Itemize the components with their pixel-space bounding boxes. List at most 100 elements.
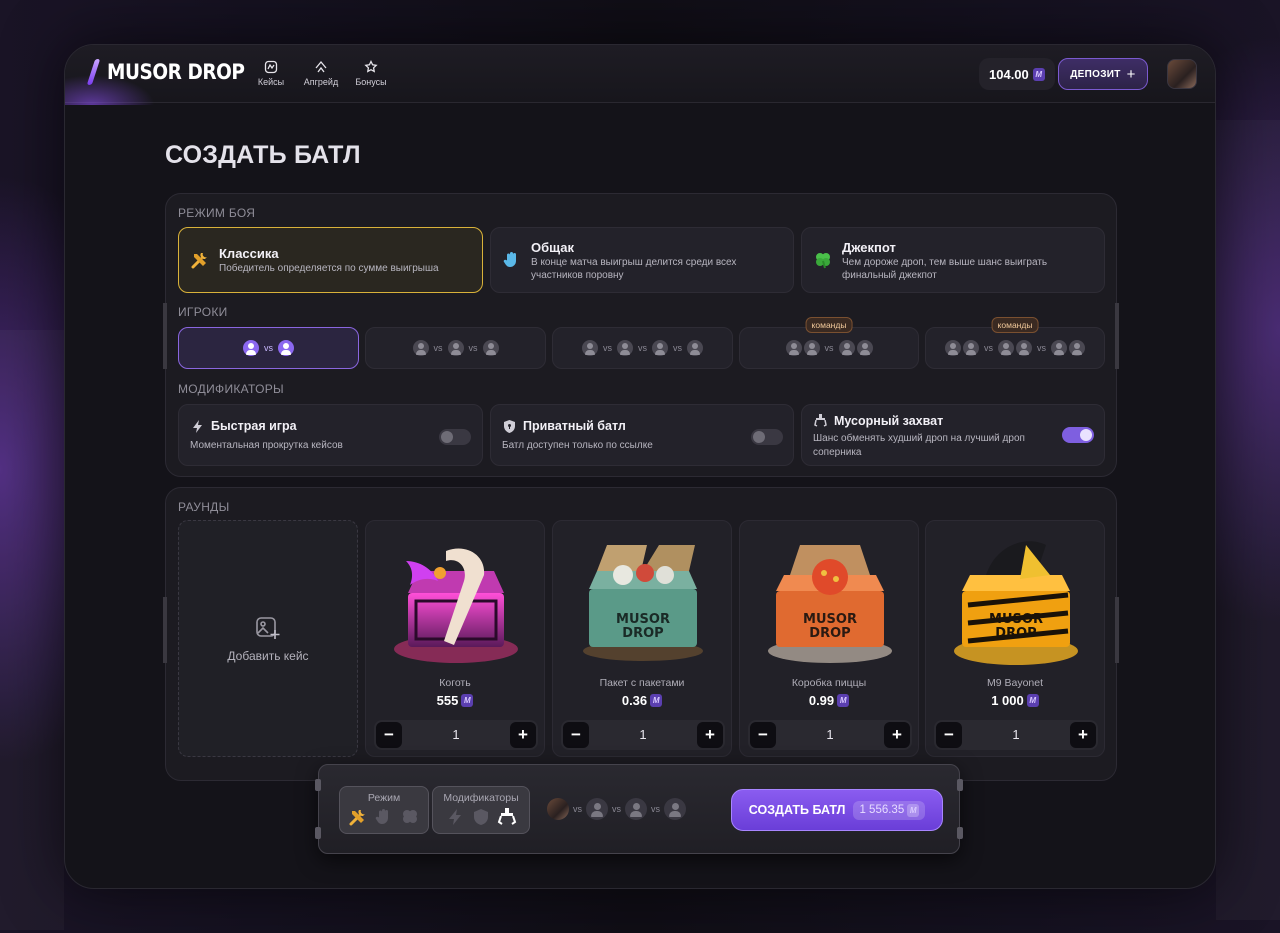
logo-text: MUSOR DROP xyxy=(107,60,245,84)
nav-cases[interactable]: Кейсы xyxy=(253,60,289,87)
case-card[interactable]: MUSOR DROP Пакет с пакетами 0.36 M 1 − + xyxy=(552,520,732,757)
currency-icon: M xyxy=(1032,67,1045,81)
bonus-icon xyxy=(364,60,378,73)
currency-icon: M xyxy=(1026,694,1039,707)
battle-mode-label: РЕЖИМ БОЯ xyxy=(178,206,256,220)
logo-mark-icon xyxy=(85,59,103,85)
page-title: СОЗДАТЬ БАТЛ xyxy=(165,141,361,169)
create-battle-button[interactable]: СОЗДАТЬ БАТЛ 1 556.35 M xyxy=(731,789,943,831)
increase-button[interactable]: + xyxy=(697,722,723,748)
players-1v1[interactable]: vs xyxy=(178,327,359,369)
player-icon xyxy=(1051,340,1067,356)
players-2v2[interactable]: команды vs xyxy=(739,317,919,369)
tools-icon xyxy=(191,253,207,269)
plus-icon: + xyxy=(1126,65,1136,83)
claw-icon xyxy=(497,808,517,825)
hand-icon xyxy=(503,252,516,267)
header: MUSOR DROP Кейсы Апгрейд Бонусы 104.00 M… xyxy=(65,45,1215,105)
modifiers-label: МОДИФИКАТОРЫ xyxy=(178,382,284,396)
increase-button[interactable]: + xyxy=(510,722,536,748)
battle-summary-bar: Режим Модификаторы vs vs vs СОЗДАТЬ БАТЛ… xyxy=(315,764,963,854)
cases-icon xyxy=(264,60,278,74)
player-icon xyxy=(586,798,608,820)
players-2v2v2[interactable]: команды vs vs xyxy=(925,317,1105,369)
logo[interactable]: MUSOR DROP xyxy=(85,59,263,85)
player-icon xyxy=(1069,340,1085,356)
summary-mode[interactable]: Режим xyxy=(339,786,429,834)
modifier-private-battle: Приватный батл Батл доступен только по с… xyxy=(490,404,794,466)
upgrade-icon xyxy=(315,60,327,73)
svg-text:DROP: DROP xyxy=(809,626,850,641)
nav-bonus[interactable]: Бонусы xyxy=(353,60,389,87)
deposit-button[interactable]: ДЕПОЗИТ + xyxy=(1058,58,1148,90)
increase-button[interactable]: + xyxy=(884,722,910,748)
case-card[interactable]: MUSOR DROP M9 Bayonet 1 000 M 1 − + xyxy=(925,520,1105,757)
currency-icon: M xyxy=(907,803,920,817)
player-icon xyxy=(785,340,802,356)
player-icon xyxy=(963,340,979,356)
players-1v1v1v1[interactable]: vs vs vs xyxy=(552,327,733,369)
rounds-panel: РАУНДЫ Добавить кейс Коготь 555 M 1 − + … xyxy=(165,487,1117,781)
currency-icon: M xyxy=(461,694,474,707)
teams-badge: команды xyxy=(805,317,853,333)
app-window: MUSOR DROP Кейсы Апгрейд Бонусы 104.00 M… xyxy=(64,44,1216,889)
balance-display: 104.00 M xyxy=(979,58,1055,90)
decrease-button[interactable]: − xyxy=(750,722,776,748)
nav-upgrade[interactable]: Апгрейд xyxy=(303,60,339,87)
currency-icon: M xyxy=(837,694,850,707)
clover-icon xyxy=(816,253,830,269)
user-avatar xyxy=(547,798,569,820)
player-icon xyxy=(652,340,668,356)
battle-settings-panel: РЕЖИМ БОЯ Классика Победитель определяет… xyxy=(165,193,1117,477)
case-image: MUSOR DROP xyxy=(768,545,892,663)
modifier-trash-grab: Мусорный захват Шанс обменять худший дро… xyxy=(801,404,1105,466)
player-icon xyxy=(838,340,855,356)
teams-badge: команды xyxy=(991,317,1039,333)
players-label: ИГРОКИ xyxy=(178,305,228,319)
player-icon xyxy=(482,340,499,356)
player-icon xyxy=(856,340,873,356)
svg-text:DROP: DROP xyxy=(622,626,663,641)
private-battle-toggle[interactable] xyxy=(751,429,783,445)
decrease-button[interactable]: − xyxy=(376,722,402,748)
mode-classic[interactable]: Классика Победитель определяется по сумм… xyxy=(178,227,483,293)
player-icon xyxy=(582,340,598,356)
svg-text:MUSOR: MUSOR xyxy=(989,612,1043,627)
player-icon xyxy=(617,340,633,356)
player-icon xyxy=(447,340,464,356)
player-icon xyxy=(243,340,259,356)
svg-text:MUSOR: MUSOR xyxy=(616,612,670,627)
quantity-stepper: 1 − + xyxy=(561,720,725,750)
decrease-button[interactable]: − xyxy=(563,722,589,748)
quantity-stepper: 1 − + xyxy=(748,720,912,750)
tools-icon xyxy=(349,810,365,826)
mode-jackpot[interactable]: Джекпот Чем дороже дроп, тем выше шанс в… xyxy=(801,227,1105,293)
player-icon xyxy=(945,340,961,356)
players-1v1v1[interactable]: vs vs xyxy=(365,327,546,369)
fast-game-toggle[interactable] xyxy=(439,429,471,445)
lightning-icon xyxy=(193,420,202,433)
clover-icon xyxy=(403,810,417,823)
case-card[interactable]: MUSOR DROP Коробка пиццы 0.99 M 1 − + xyxy=(739,520,919,757)
modifier-fast-game: Быстрая игра Моментальная прокрутка кейс… xyxy=(178,404,483,466)
decrease-button[interactable]: − xyxy=(936,722,962,748)
mode-pool[interactable]: Общак В конце матча выигрыш делится сред… xyxy=(490,227,794,293)
player-icon xyxy=(664,798,686,820)
rounds-label: РАУНДЫ xyxy=(178,500,230,514)
player-icon xyxy=(687,340,703,356)
player-icon xyxy=(803,340,820,356)
player-icon xyxy=(625,798,647,820)
case-image: MUSOR DROP xyxy=(954,541,1078,665)
quantity-stepper: 1 − + xyxy=(934,720,1098,750)
user-avatar[interactable] xyxy=(1167,59,1197,89)
case-card[interactable]: Коготь 555 M 1 − + xyxy=(365,520,545,757)
case-image xyxy=(394,548,518,663)
trash-grab-toggle[interactable] xyxy=(1062,427,1094,443)
summary-modifiers[interactable]: Модификаторы xyxy=(432,786,530,834)
currency-icon: M xyxy=(650,694,663,707)
add-case-button[interactable]: Добавить кейс xyxy=(178,520,358,757)
lightning-icon xyxy=(449,809,461,825)
increase-button[interactable]: + xyxy=(1070,722,1096,748)
add-image-icon xyxy=(256,616,280,639)
shield-icon xyxy=(474,809,488,825)
